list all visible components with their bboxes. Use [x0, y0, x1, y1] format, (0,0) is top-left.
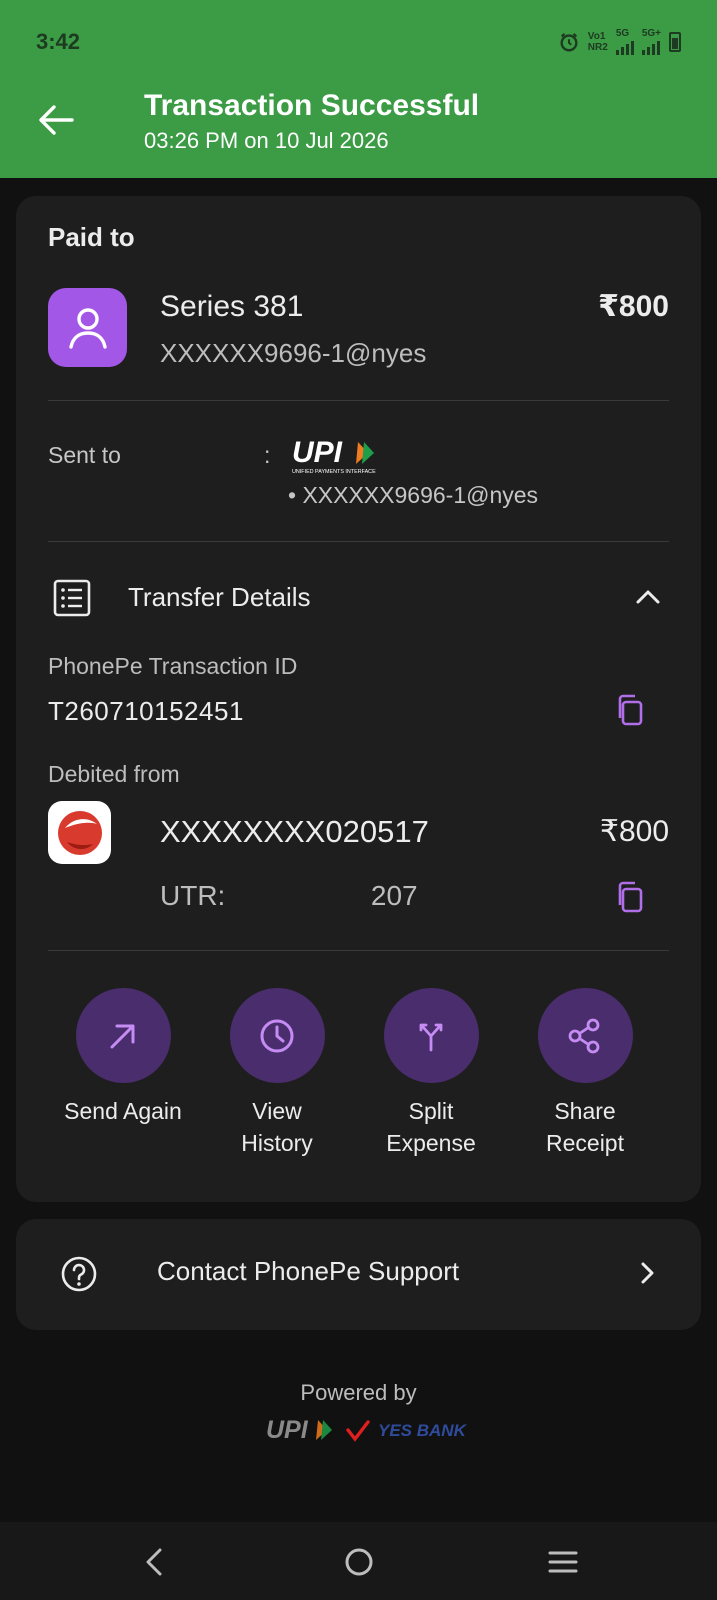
contact-support-button[interactable]: Contact PhonePe Support	[16, 1219, 701, 1330]
debited-account-number: XXXXXXXX020517	[160, 814, 429, 849]
send-again-circle[interactable]	[75, 988, 171, 1083]
share-receipt-button[interactable]: Share Receipt	[510, 988, 660, 1159]
transfer-details-title: Transfer Details	[128, 582, 311, 612]
paid-to-label: Paid to	[48, 222, 135, 252]
signal-1: 5G	[615, 28, 634, 55]
chevron-up-icon[interactable]	[633, 582, 663, 612]
system-nav-bar	[0, 1522, 717, 1600]
upi-footer-logo: UPI	[266, 1416, 332, 1444]
back-arrow-icon[interactable]	[34, 98, 78, 142]
utr-label: UTR:	[160, 880, 226, 911]
upi-logo-caption: UNIFIED PAYMENTS INTERFACE	[292, 469, 376, 475]
payee-name: Series 381	[160, 290, 304, 323]
split-expense-button[interactable]: Split Expense	[356, 988, 506, 1159]
sent-to-upi-id: • XXXXXX9696-1@nyes	[288, 482, 539, 508]
nav-menu-icon[interactable]	[543, 1542, 583, 1582]
upi-logo: UPI UNIFIED PAYMENTS INTERFACE	[292, 436, 388, 481]
person-icon	[68, 307, 107, 349]
status-time: 3:42	[36, 29, 81, 54]
upi-footer-logo-text: UPI	[266, 1416, 309, 1444]
arrow-up-right-icon	[110, 1024, 135, 1048]
signal-bars-2-icon	[641, 39, 660, 55]
divider	[48, 400, 669, 401]
transaction-id-label: PhonePe Transaction ID	[48, 653, 298, 679]
view-history-label: View History	[241, 1098, 313, 1156]
transaction-datetime: 03:26 PM on 10 Jul 2026	[144, 128, 389, 153]
upi-logo-text: UPI	[292, 436, 343, 469]
help-circle-icon	[61, 1256, 97, 1292]
split-expense-circle[interactable]	[383, 988, 479, 1083]
chevron-right-icon	[641, 1262, 654, 1284]
alarm-icon	[560, 32, 578, 51]
divider	[48, 950, 669, 951]
divider	[48, 541, 669, 542]
copy-utr-icon[interactable]	[612, 879, 648, 915]
footer-logos: UPI YES BANK	[266, 1416, 466, 1446]
transaction-id-value: T260710152451	[48, 696, 244, 726]
copy-transaction-id-icon[interactable]	[612, 692, 648, 728]
view-history-circle[interactable]	[229, 988, 325, 1083]
share-icon	[568, 1018, 600, 1053]
status-icons: Vo1 NR2 5G 5G+	[558, 28, 681, 55]
debited-from-label: Debited from	[48, 761, 180, 787]
yes-bank-logo: YES BANK	[378, 1421, 466, 1440]
receipt-list-icon	[53, 579, 91, 617]
share-receipt-circle[interactable]	[537, 988, 633, 1083]
debited-amount: ₹800	[599, 815, 669, 848]
view-history-button[interactable]: View History	[202, 988, 352, 1159]
send-again-button[interactable]: Send Again	[48, 988, 198, 1127]
checkmark-icon	[346, 1420, 370, 1442]
bank-logo	[48, 801, 111, 864]
signal-bars-1-icon	[615, 39, 634, 55]
signal-2: 5G+	[641, 28, 661, 55]
send-again-label: Send Again	[64, 1098, 182, 1124]
bank-logo-icon	[57, 810, 102, 855]
nav-home-icon[interactable]	[339, 1542, 379, 1582]
powered-by-label: Powered by	[300, 1380, 417, 1405]
share-receipt-label: Share Receipt	[546, 1098, 624, 1156]
utr-number: UTR: 207	[160, 880, 418, 912]
paid-amount: ₹800	[598, 290, 669, 323]
payee-avatar	[48, 288, 127, 367]
transaction-card: Paid to Series 381 XXXXXX9696-1@nyes ₹80…	[16, 196, 701, 1202]
battery-icon	[669, 31, 681, 52]
network-label-1: Vo1 NR2	[587, 30, 608, 53]
split-expense-label: Split Expense	[386, 1098, 476, 1156]
split-icon	[419, 1023, 443, 1051]
contact-support-label: Contact PhonePe Support	[157, 1256, 460, 1286]
page-title: Transaction Successful	[144, 89, 480, 122]
clock-icon	[260, 1019, 294, 1052]
nav-back-icon[interactable]	[136, 1542, 176, 1582]
sent-to-label: Sent to	[48, 442, 121, 468]
header-bar: 3:42 Vo1 NR2 5G 5G+ Transaction Successf…	[0, 0, 717, 178]
payee-upi-id: XXXXXX9696-1@nyes	[160, 338, 427, 368]
utr-value: 207	[370, 880, 418, 911]
sent-to-colon: :	[264, 442, 271, 468]
